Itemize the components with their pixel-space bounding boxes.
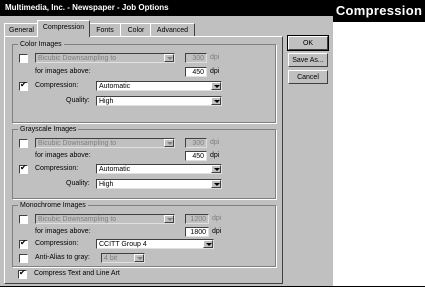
monochrome-downsample-method-value: Bicubic Downsampling to bbox=[38, 216, 117, 223]
color-quality-select[interactable]: High bbox=[96, 96, 222, 106]
grayscale-quality-value: High bbox=[99, 181, 114, 188]
grayscale-compression-value: Automatic bbox=[99, 166, 131, 173]
compression-label: Compression: bbox=[35, 165, 79, 172]
chevron-down-icon[interactable] bbox=[211, 180, 221, 188]
color-compression-value: Automatic bbox=[99, 83, 131, 90]
color-downsample-method-select[interactable]: Bicubic Downsampling to bbox=[35, 53, 175, 63]
monochrome-compression-checkbox[interactable]: ✔ bbox=[19, 238, 28, 249]
images-above-label: for images above: bbox=[35, 68, 91, 75]
grayscale-downsample-method-select[interactable]: Bicubic Downsampling to bbox=[35, 138, 175, 148]
divider bbox=[0, 286, 425, 287]
chevron-down-icon[interactable] bbox=[203, 240, 213, 248]
check-mark-icon: ✔ bbox=[19, 268, 26, 277]
antialias-checkbox[interactable] bbox=[19, 254, 28, 263]
color-downsample-checkbox[interactable] bbox=[19, 54, 28, 63]
tab-fonts[interactable]: Fonts bbox=[88, 23, 122, 37]
dpi-label: dpi bbox=[210, 54, 220, 61]
monochrome-downsample-dpi-input[interactable]: 1200 bbox=[185, 214, 209, 224]
grayscale-images-above-input[interactable]: 450 bbox=[185, 151, 207, 161]
grayscale-quality-select[interactable]: High bbox=[96, 179, 222, 189]
compress-text-checkbox[interactable]: ✔ bbox=[18, 268, 27, 279]
antialias-value: 4 bit bbox=[104, 255, 118, 262]
grayscale-images-title: Grayscale Images bbox=[18, 125, 79, 134]
compression-label: Compression: bbox=[35, 82, 79, 89]
save-as-button[interactable]: Save As... bbox=[288, 53, 328, 67]
ok-button[interactable]: OK bbox=[287, 35, 329, 51]
job-options-dialog: General Compression Fonts Color Advanced… bbox=[0, 16, 333, 286]
antialias-select[interactable]: 4 bit bbox=[101, 253, 145, 263]
quality-label: Quality: bbox=[66, 180, 90, 187]
monochrome-compression-select[interactable]: CCITT Group 4 bbox=[96, 239, 214, 249]
tab-compression[interactable]: Compression bbox=[37, 20, 90, 37]
monochrome-downsample-checkbox[interactable] bbox=[19, 215, 28, 224]
chevron-down-icon[interactable] bbox=[164, 54, 174, 62]
dpi-label: dpi bbox=[210, 152, 220, 159]
dpi-label: dpi bbox=[212, 228, 222, 235]
chevron-down-icon[interactable] bbox=[134, 254, 144, 262]
color-compression-select[interactable]: Automatic bbox=[96, 81, 222, 91]
color-compression-checkbox[interactable]: ✔ bbox=[19, 80, 28, 91]
monochrome-images-group: Monochrome Images Bicubic Downsampling t… bbox=[12, 201, 276, 267]
check-mark-icon: ✔ bbox=[20, 163, 27, 172]
section-heading: Compression bbox=[333, 0, 425, 22]
check-mark-icon: ✔ bbox=[20, 80, 27, 89]
color-downsample-dpi-input[interactable]: 300 bbox=[185, 53, 207, 63]
color-downsample-method-value: Bicubic Downsampling to bbox=[38, 55, 117, 62]
dpi-label: dpi bbox=[210, 139, 220, 146]
grayscale-downsample-method-value: Bicubic Downsampling to bbox=[38, 140, 117, 147]
color-images-group: Color Images Bicubic Downsampling to 300… bbox=[12, 40, 276, 123]
monochrome-compression-value: CCITT Group 4 bbox=[99, 241, 147, 248]
grayscale-compression-select[interactable]: Automatic bbox=[96, 164, 222, 174]
antialias-label: Anti-Alias to gray: bbox=[35, 254, 90, 261]
chevron-down-icon[interactable] bbox=[164, 215, 174, 223]
dpi-label: dpi bbox=[210, 68, 220, 75]
chevron-down-icon[interactable] bbox=[211, 165, 221, 173]
chevron-down-icon[interactable] bbox=[211, 97, 221, 105]
monochrome-images-title: Monochrome Images bbox=[18, 201, 88, 210]
grayscale-images-group: Grayscale Images Bicubic Downsampling to… bbox=[12, 125, 276, 199]
compression-panel: Color Images Bicubic Downsampling to 300… bbox=[4, 36, 283, 284]
dialog-title: Multimedia, Inc. - Newspaper - Job Optio… bbox=[5, 3, 169, 12]
images-above-label: for images above: bbox=[35, 228, 91, 235]
tab-color[interactable]: Color bbox=[120, 23, 152, 37]
tab-advanced[interactable]: Advanced bbox=[150, 23, 195, 37]
color-images-title: Color Images bbox=[18, 40, 64, 49]
chevron-down-icon[interactable] bbox=[164, 139, 174, 147]
tab-general[interactable]: General bbox=[4, 23, 39, 37]
color-quality-value: High bbox=[99, 98, 114, 105]
monochrome-downsample-method-select[interactable]: Bicubic Downsampling to bbox=[35, 214, 175, 224]
color-images-above-input[interactable]: 450 bbox=[185, 67, 207, 77]
grayscale-downsample-checkbox[interactable] bbox=[19, 139, 28, 148]
grayscale-downsample-dpi-input[interactable]: 300 bbox=[185, 138, 207, 148]
check-mark-icon: ✔ bbox=[20, 238, 27, 247]
grayscale-compression-checkbox[interactable]: ✔ bbox=[19, 163, 28, 174]
chevron-down-icon[interactable] bbox=[211, 82, 221, 90]
cancel-button[interactable]: Cancel bbox=[288, 70, 328, 84]
quality-label: Quality: bbox=[66, 97, 90, 104]
images-above-label: for images above: bbox=[35, 152, 91, 159]
compression-label: Compression: bbox=[35, 240, 79, 247]
compress-text-label: Compress Text and Line Art bbox=[34, 270, 120, 277]
monochrome-images-above-input[interactable]: 1800 bbox=[185, 227, 209, 237]
dpi-label: dpi bbox=[212, 215, 222, 222]
